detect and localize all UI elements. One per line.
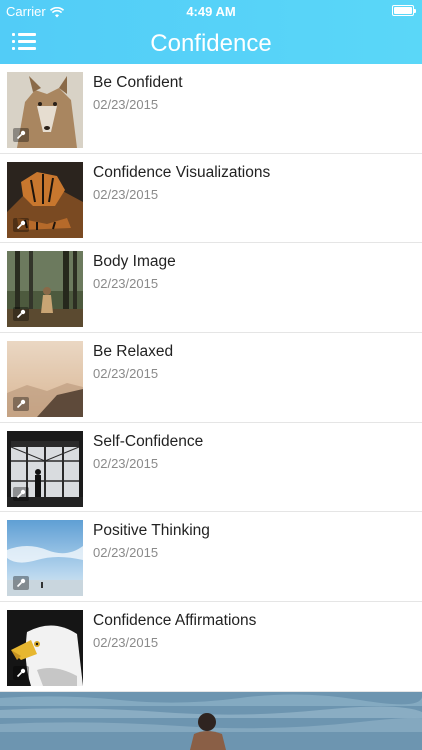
silhouette-window-thumbnail [7,430,83,507]
list-item[interactable]: Body Image 02/23/2015 [0,243,422,334]
tiger-thumbnail [7,161,83,238]
battery-icon [392,5,416,16]
audio-badge-icon [13,217,29,232]
audio-badge-icon [13,128,29,142]
list-item[interactable]: Be Confident 02/23/2015 [0,64,422,154]
forest-thumbnail [7,251,83,328]
item-date: 02/23/2015 [93,635,159,651]
item-date: 02/23/2015 [93,186,159,202]
status-bar: Carrier 4:49 AM [0,0,422,22]
item-date: 02/23/2015 [93,276,159,292]
list-item[interactable]: Confidence Visualizations 02/23/2015 [0,153,422,244]
item-date: 02/23/2015 [93,97,159,112]
nav-header: Carrier 4:49 AM Confidence [0,0,422,64]
sky-beach-thumbnail [7,520,83,597]
audio-badge-icon [13,397,29,412]
list-item[interactable]: Self-Confidence 02/23/2015 [0,422,422,513]
item-title: Self-Confidence [93,432,204,450]
item-title: Positive Thinking [93,522,210,540]
list-item[interactable]: Confidence Affirmations 02/23/2015 [0,602,422,692]
item-title: Confidence Visualizations [93,163,271,181]
bottom-banner-image[interactable] [0,692,422,750]
item-title: Confidence Affirmations [93,612,257,630]
item-title: Be Confident [93,74,183,91]
misty-hills-thumbnail [7,341,83,418]
coyote-thumbnail [7,72,83,148]
audio-badge-icon [13,307,29,322]
audio-badge-icon [13,576,29,591]
page-title: Confidence [150,30,272,57]
item-date: 02/23/2015 [93,455,159,471]
article-list: Be Confident 02/23/2015 Confidence Visua… [0,64,422,692]
status-time: 4:49 AM [186,4,236,19]
eagle-thumbnail [7,610,83,687]
item-title: Body Image [93,253,176,271]
list-item[interactable]: Be Relaxed 02/23/2015 [0,333,422,423]
list-item[interactable]: Positive Thinking 02/23/2015 [0,512,422,603]
audio-badge-icon [13,486,29,501]
item-title: Be Relaxed [93,343,174,361]
item-date: 02/23/2015 [93,545,159,561]
item-date: 02/23/2015 [93,366,159,382]
audio-badge-icon [13,666,29,681]
